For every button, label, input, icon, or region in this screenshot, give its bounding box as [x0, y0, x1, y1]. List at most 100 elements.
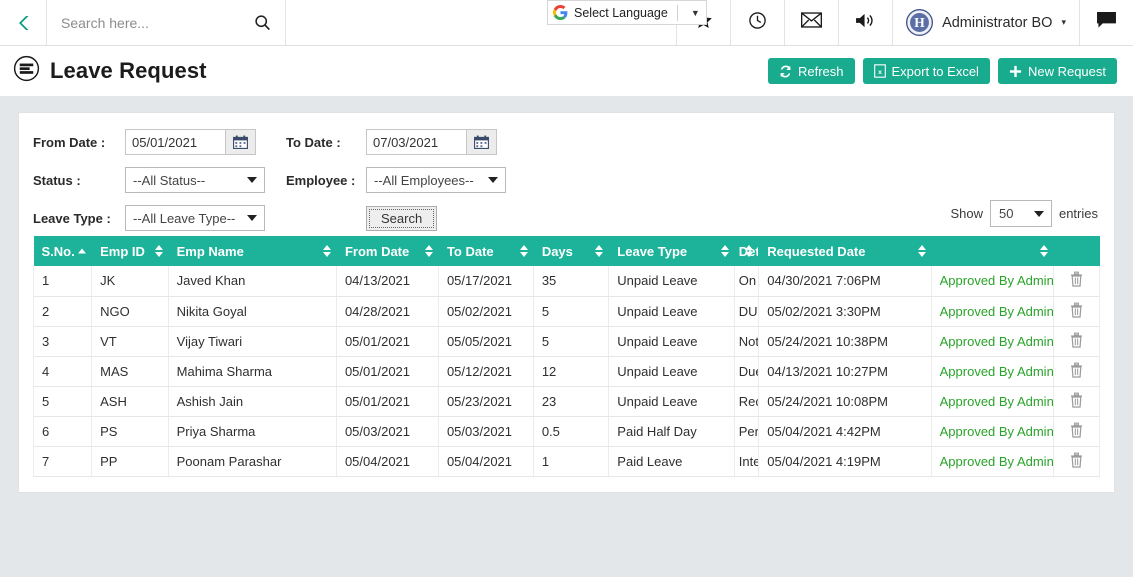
search-icon[interactable]	[254, 14, 271, 31]
google-translate-widget[interactable]: Select Language ▼	[547, 0, 707, 25]
show-entries-suffix: entries	[1058, 206, 1098, 221]
history-button[interactable]	[730, 0, 784, 45]
entries-per-page-value: 50	[998, 206, 1014, 221]
from-date-calendar-icon[interactable]	[225, 130, 255, 154]
table-row[interactable]: 3 VT Vijay Tiwari 05/01/2021 05/05/2021 5 Unpa…	[32, 326, 1100, 357]
column-header-to-date[interactable]: To Date	[438, 236, 534, 266]
leave-request-table-wrapper: S.No. Emp ID Emp Name From Date To Date …	[32, 235, 1100, 477]
status-select[interactable]: --All Status--	[125, 167, 265, 193]
cell-from-date: 05/01/2021	[336, 386, 439, 417]
cell-requested-date: 05/04/2021 4:19PM	[758, 446, 932, 477]
search-box[interactable]	[46, 0, 286, 45]
cell-leave-type: Unpaid Leave	[608, 386, 735, 417]
column-header-emp-id[interactable]: Emp ID	[91, 236, 169, 266]
cell-leave-type: Unpaid Leave	[608, 296, 735, 327]
cell-from-date: 05/01/2021	[336, 326, 439, 357]
messages-button[interactable]	[784, 0, 838, 45]
trash-icon[interactable]	[1069, 332, 1084, 348]
chevron-down-icon[interactable]: ▾	[1061, 17, 1066, 28]
cell-to-date: 05/23/2021	[438, 386, 534, 417]
trash-icon[interactable]	[1069, 362, 1084, 378]
trash-icon[interactable]	[1069, 452, 1084, 468]
from-date-field[interactable]	[125, 129, 256, 155]
page-title-group: Leave Request	[13, 55, 207, 87]
avatar: H	[906, 8, 934, 36]
cell-emp-id: MAS	[91, 356, 169, 387]
trash-icon[interactable]	[1069, 302, 1084, 318]
cell-days: 0.5	[533, 416, 610, 447]
to-date-calendar-icon[interactable]	[466, 130, 496, 154]
cell-to-date: 05/04/2021	[438, 446, 534, 477]
announcements-button[interactable]	[838, 0, 892, 45]
column-header-from-date[interactable]: From Date	[336, 236, 439, 266]
column-header-sno[interactable]: S.No.	[33, 236, 93, 266]
cell-action	[1053, 326, 1100, 357]
export-excel-button[interactable]: x Export to Excel	[862, 58, 990, 84]
export-excel-label: Export to Excel	[891, 63, 979, 79]
excel-file-icon: x	[873, 64, 886, 78]
sort-ascending-icon	[78, 248, 87, 254]
entries-per-page-select[interactable]: 50	[989, 200, 1052, 227]
employee-label: Employee :	[286, 172, 356, 188]
back-button[interactable]	[0, 0, 46, 45]
refresh-icon	[779, 65, 792, 78]
cell-to-date: 05/03/2021	[438, 416, 534, 447]
column-header-action	[1053, 236, 1100, 266]
to-date-field[interactable]	[366, 129, 497, 155]
cell-requested-date: 04/30/2021 7:06PM	[758, 266, 932, 297]
refresh-button[interactable]: Refresh	[767, 58, 855, 84]
refresh-label: Refresh	[797, 63, 844, 79]
trash-icon[interactable]	[1069, 392, 1084, 408]
leave-request-table: S.No. Emp ID Emp Name From Date To Date …	[32, 236, 1100, 477]
filter-row-leavetype: Leave Type : --All Leave Type-- Search	[33, 205, 1100, 231]
cell-sno: 5	[32, 386, 93, 417]
cell-from-date: 05/03/2021	[336, 416, 439, 447]
cell-status: Approved By Admin	[931, 446, 1055, 477]
cell-status: Approved By Admin	[931, 416, 1055, 447]
to-date-label: To Date :	[286, 134, 341, 150]
to-date-input[interactable]	[367, 130, 466, 154]
trash-icon[interactable]	[1069, 422, 1084, 438]
column-header-requested-date[interactable]: Requested Date	[758, 236, 932, 266]
cell-to-date: 05/05/2021	[438, 326, 534, 357]
cell-days: 12	[533, 356, 610, 387]
cell-from-date: 04/28/2021	[336, 296, 439, 327]
column-header-status[interactable]	[931, 236, 1055, 266]
search-input[interactable]	[61, 14, 246, 31]
filter-panel: From Date : To Date : Status : --All Sta…	[33, 129, 1100, 235]
table-body: 1 JK Javed Khan 04/13/2021 05/17/2021 35 Unpai…	[32, 266, 1100, 477]
table-row[interactable]: 2 NGO Nikita Goyal 04/28/2021 05/02/2021 5 Unp…	[32, 296, 1100, 327]
column-header-leave-type[interactable]: Leave Type	[608, 236, 735, 266]
table-row[interactable]: 5 ASH Ashish Jain 05/01/2021 05/23/2021 23 Unp…	[32, 386, 1100, 417]
leave-type-select[interactable]: --All Leave Type--	[125, 205, 265, 231]
plus-icon	[1009, 65, 1022, 78]
show-entries-control: Show 50 entries	[950, 200, 1098, 227]
trash-icon[interactable]	[1069, 271, 1084, 287]
chat-button[interactable]	[1079, 0, 1133, 45]
column-header-emp-name[interactable]: Emp Name	[168, 236, 337, 266]
employee-select[interactable]: --All Employees--	[366, 167, 506, 193]
column-header-days[interactable]: Days	[533, 236, 610, 266]
status-select-value: --All Status--	[133, 172, 206, 188]
table-row[interactable]: 4 MAS Mahima Sharma 05/01/2021 05/12/2021 12 U…	[32, 356, 1100, 387]
column-label: Emp ID	[100, 243, 145, 259]
cell-days: 5	[533, 296, 610, 327]
from-date-input[interactable]	[126, 130, 225, 154]
page-action-buttons: Refresh x Export to Excel New Request	[767, 58, 1117, 84]
new-request-button[interactable]: New Request	[997, 58, 1117, 84]
chevron-down-icon[interactable]: ▼	[687, 8, 704, 18]
user-menu[interactable]: H Administrator BO ▾	[892, 0, 1079, 45]
search-button[interactable]: Search	[366, 205, 438, 231]
table-row[interactable]: 7 PP Poonam Parashar 05/04/2021 05/04/2021 1 P…	[32, 446, 1100, 477]
cell-emp-name: Mahima Sharma	[168, 356, 337, 387]
column-header-details[interactable]: Det	[734, 236, 760, 266]
table-row[interactable]: 1 JK Javed Khan 04/13/2021 05/17/2021 35 Unpai…	[32, 266, 1100, 297]
table-row[interactable]: 6 PS Priya Sharma 05/03/2021 05/03/2021 0.5 Pa…	[32, 416, 1100, 447]
cell-days: 23	[533, 386, 610, 417]
column-label: Requested Date	[767, 243, 866, 259]
cell-emp-id: PP	[91, 446, 169, 477]
cell-leave-type: Paid Leave	[608, 446, 735, 477]
column-label: Emp Name	[176, 243, 244, 259]
svg-text:H: H	[914, 15, 925, 30]
cell-leave-type: Unpaid Leave	[608, 356, 735, 387]
